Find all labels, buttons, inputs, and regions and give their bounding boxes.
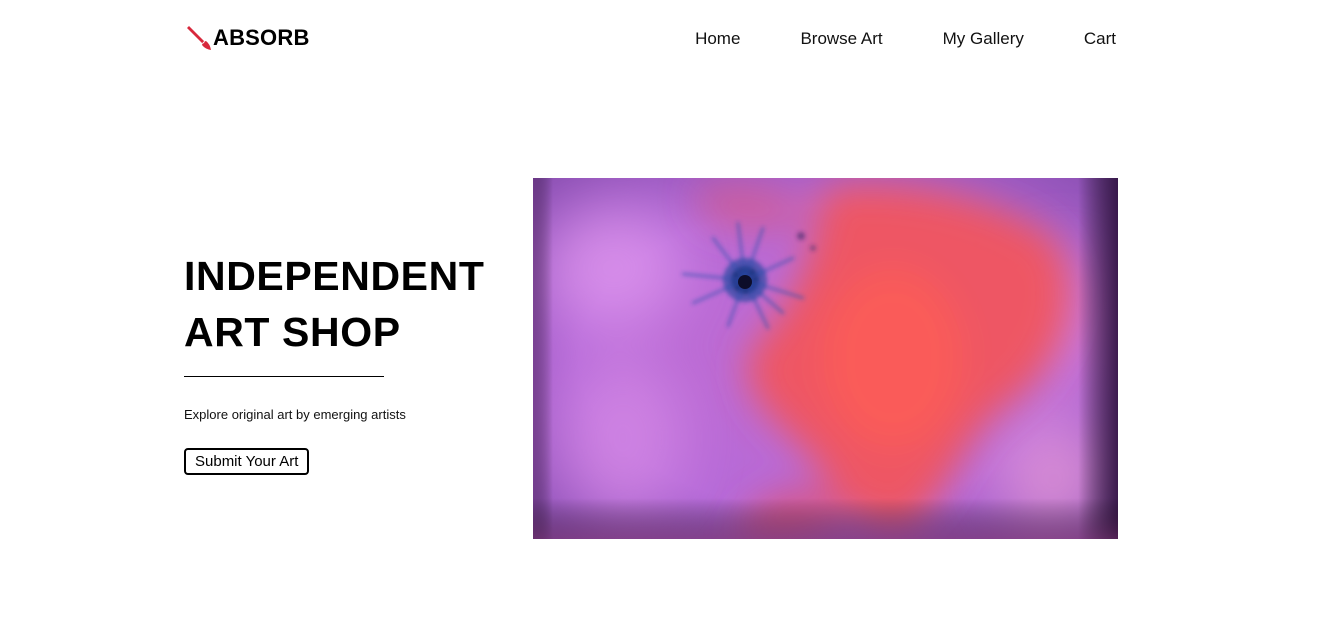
submit-your-art-button[interactable]: Submit Your Art — [184, 448, 310, 475]
nav-browse-art-link[interactable]: Browse Art — [800, 30, 882, 47]
nav-my-gallery-link[interactable]: My Gallery — [943, 30, 1024, 47]
hero-title: INDEPENDENT ART SHOP — [184, 248, 524, 360]
brand-logo[interactable]: ABSORB — [184, 23, 310, 53]
hero-text-block: INDEPENDENT ART SHOP Explore original ar… — [184, 248, 524, 475]
brand-name: ABSORB — [213, 25, 310, 50]
nav-home-link[interactable]: Home — [695, 30, 740, 47]
hero-divider — [184, 376, 384, 377]
site-header: ABSORB Home Browse Art My Gallery Cart — [184, 20, 1116, 56]
hero-subtitle: Explore original art by emerging artists — [184, 407, 406, 422]
page: ABSORB Home Browse Art My Gallery Cart I… — [0, 0, 1328, 632]
hero-title-line-1: INDEPENDENT — [184, 253, 485, 299]
hero-artwork-image — [533, 178, 1118, 539]
main-nav: Home Browse Art My Gallery Cart — [695, 30, 1116, 47]
nav-cart-link[interactable]: Cart — [1084, 30, 1116, 47]
hero-title-line-2: ART SHOP — [184, 309, 401, 355]
paintbrush-icon — [184, 23, 214, 53]
